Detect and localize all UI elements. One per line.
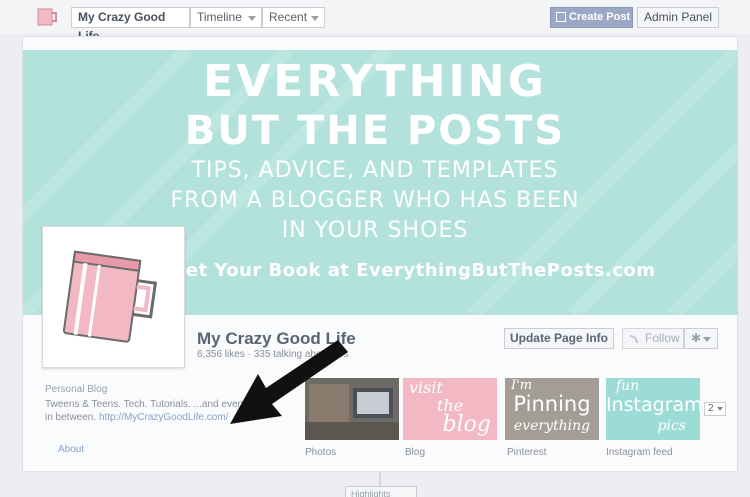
insta-tile-text-3: pics [657,418,686,434]
profile-picture[interactable] [42,226,185,368]
blog-tile-text-3: blog [442,412,491,437]
cover-subline-2: FROM A BLOGGER WHO HAS BEEN [170,188,580,213]
create-post-label: Create Post [569,11,631,23]
annotation-arrow-icon [230,340,348,424]
cover-headline: EVERYTHING [203,56,547,107]
timeline-dropdown[interactable]: Timeline [190,7,262,28]
highlights-dropdown[interactable]: Highlights [345,486,417,497]
insta-tile-text-1: fun [616,378,640,394]
recent-label: Recent [269,10,308,24]
more-apps-dropdown[interactable]: 2 [704,402,726,416]
app-blog-tile[interactable]: visit the blog [403,378,497,440]
app-photos-label[interactable]: Photos [305,447,336,458]
chevron-down-icon [717,407,723,411]
gear-icon: ✱ [691,331,702,345]
highlights-label: Highlights [351,489,391,497]
page-name-button[interactable]: My Crazy Good Life [71,7,190,43]
app-instagram-label[interactable]: Instagram feed [606,447,673,458]
about-link[interactable]: About [58,444,84,455]
cover-headline-2: BUT THE POSTS [184,108,566,154]
cover-subline-1: TIPS, ADVICE, AND TEMPLATES [191,158,559,183]
chevron-down-icon [248,16,256,21]
recent-dropdown[interactable]: Recent [262,7,325,28]
follow-button[interactable]: Follow [622,328,684,349]
update-page-info-button[interactable]: Update Page Info [504,328,614,349]
top-bar: My Crazy Good Life Timeline Recent Creat… [0,0,750,43]
app-pinterest-tile[interactable]: I'm Pinning everything [505,378,599,440]
update-page-info-label: Update Page Info [509,331,608,345]
insta-tile-text-2: Instagram [606,394,700,416]
page-category: Personal Blog [45,384,108,395]
pin-tile-text-2: Pinning [513,392,591,416]
settings-dropdown[interactable]: ✱ [684,328,718,349]
pin-tile-text-3: everything [513,418,591,434]
pencil-icon [556,12,566,22]
timeline-label: Timeline [197,10,242,24]
admin-panel-button[interactable]: Admin Panel [637,7,719,28]
blog-tile-text-1: visit [409,378,443,397]
admin-panel-label: Admin Panel [643,10,713,24]
app-blog-label[interactable]: Blog [405,447,425,458]
mug-icon [62,250,158,343]
chevron-down-icon [311,16,319,21]
pin-tile-text-1: I'm [511,378,533,393]
more-apps-count: 2 [708,403,714,414]
page-logo-icon[interactable] [36,6,60,28]
rss-icon [630,335,638,343]
follow-label: Follow [645,331,680,345]
website-link[interactable]: http://MyCrazyGoodLife.com/ [99,412,229,423]
create-post-button[interactable]: Create Post [550,7,633,28]
app-pinterest-label[interactable]: Pinterest [507,447,546,458]
app-instagram-tile[interactable]: fun Instagram pics [606,378,700,440]
chevron-down-icon [703,337,711,342]
